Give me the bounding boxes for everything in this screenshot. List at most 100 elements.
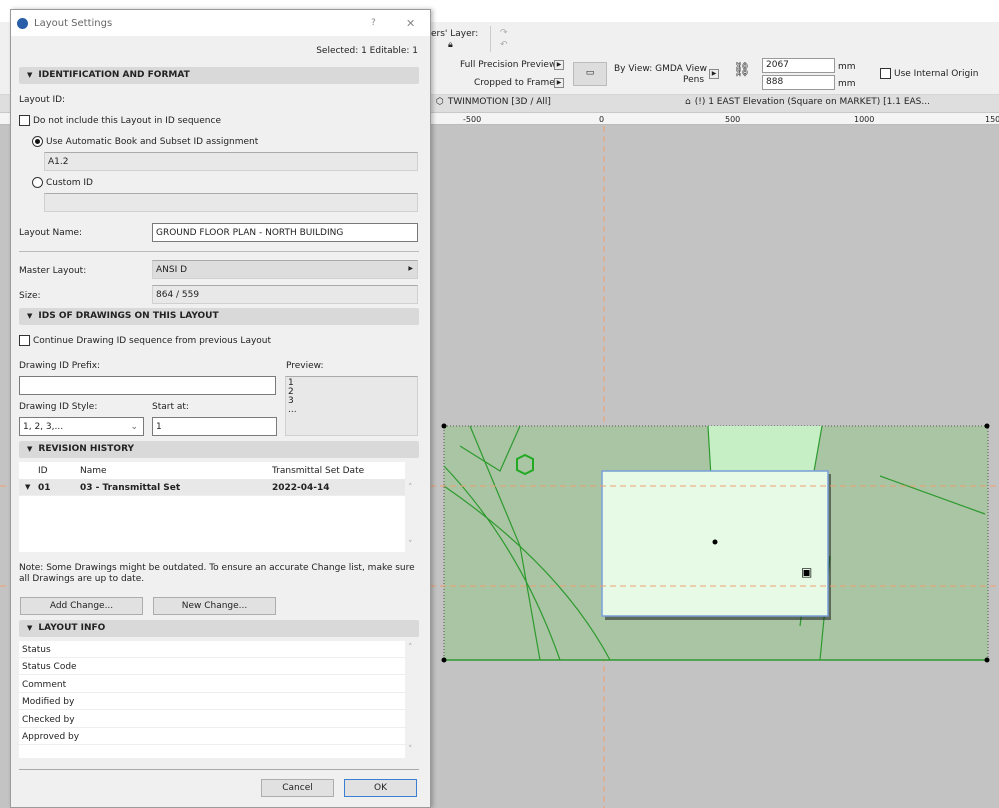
style-label: Drawing ID Style: [19, 402, 98, 412]
start-input[interactable]: 1 [152, 417, 277, 436]
section-revision-history[interactable]: ▼ REVISION HISTORY [19, 441, 419, 458]
auto-id-label: Use Automatic Book and Subset ID assignm… [46, 137, 259, 147]
table-row[interactable]: ▼ 01 03 - Transmittal Set 2022-04-14 [19, 479, 405, 496]
section-drawing-ids[interactable]: ▼ IDS OF DRAWINGS ON THIS LAYOUT [19, 308, 419, 325]
preview-line: ... [288, 405, 297, 415]
layout-name-label: Layout Name: [19, 228, 83, 238]
master-layout-label: Master Layout: [19, 266, 87, 276]
archicad-logo-icon [17, 17, 28, 29]
prefix-input[interactable] [19, 376, 276, 395]
info-row-approved-by[interactable]: Approved by [19, 728, 405, 745]
ruler-tick: -500 [463, 115, 482, 124]
layer-label: ers' Layer: [431, 29, 479, 39]
ruler-tick: 500 [725, 115, 741, 124]
info-row-status-code[interactable]: Status Code [19, 658, 405, 675]
use-internal-origin-checkbox[interactable] [880, 68, 891, 79]
auto-id-field: A1.2 [44, 152, 418, 171]
crop-mode[interactable]: Cropped to Frame [474, 78, 555, 88]
height-input[interactable]: 888 [762, 75, 835, 90]
custom-id-field[interactable] [44, 193, 418, 212]
drawing-icon: ▣ [801, 565, 812, 579]
preview-mode[interactable]: Full Precision Preview [460, 60, 556, 70]
collapse-triangle-icon: ▼ [27, 624, 33, 632]
tab-label: (!) 1 EAST Elevation (Square on MARKET) … [694, 97, 930, 107]
scroll-down-icon[interactable]: ˅ [408, 540, 413, 550]
section-layout-info[interactable]: ▼ LAYOUT INFO [19, 620, 419, 637]
frame-handle[interactable] [984, 423, 990, 429]
layout-settings-dialog: Layout Settings ? ✕ Selected: 1 Editable… [10, 9, 431, 808]
new-change-button[interactable]: New Change... [153, 597, 276, 615]
info-row-comment[interactable]: Comment [19, 676, 405, 693]
column-header-name[interactable]: Name [80, 466, 107, 476]
tab-label: TWINMOTION [3D / All] [447, 97, 551, 107]
frame-handle[interactable] [441, 423, 447, 429]
section-title: IDENTIFICATION AND FORMAT [38, 70, 190, 80]
column-header-id[interactable]: ID [38, 466, 48, 476]
collapse-triangle-icon: ▼ [27, 71, 33, 79]
info-row-status[interactable]: Status [19, 641, 405, 658]
preview-line: 1 [288, 378, 294, 388]
section-title: REVISION HISTORY [38, 444, 135, 454]
master-layout-select[interactable]: ANSI D ▶ [152, 260, 418, 279]
cube-icon: ⬡ [436, 97, 444, 107]
crop-arrow-icon[interactable]: ▶ [554, 78, 564, 88]
scroll-up-icon[interactable]: ˄ [408, 643, 413, 653]
preview-line: 3 [288, 396, 294, 406]
divider [19, 769, 419, 770]
pens-label-2: Pens [683, 75, 705, 85]
height-unit: mm [838, 79, 856, 89]
width-input[interactable]: 2067 [762, 58, 835, 73]
use-internal-origin-label: Use Internal Origin [894, 69, 979, 79]
scroll-down-icon[interactable]: ˅ [408, 745, 413, 755]
section-title: IDS OF DRAWINGS ON THIS LAYOUT [38, 311, 219, 321]
revision-date: 2022-04-14 [272, 483, 330, 493]
frame-handle[interactable] [984, 657, 990, 663]
start-label: Start at: [152, 402, 189, 412]
pens-label: By View: GMDA View [614, 64, 708, 74]
size-value: 864 / 559 [152, 285, 418, 304]
tab-east-elevation[interactable]: ⌂ (!) 1 EAST Elevation (Square on MARKET)… [685, 97, 930, 107]
scroll-up-icon[interactable]: ˄ [408, 483, 413, 493]
expand-triangle-icon[interactable]: ▼ [25, 483, 30, 491]
section-identification[interactable]: ▼ IDENTIFICATION AND FORMAT [19, 67, 419, 84]
redo-icon[interactable]: ↷ [500, 28, 508, 38]
add-change-button[interactable]: Add Change... [20, 597, 143, 615]
close-button[interactable]: ✕ [406, 17, 415, 30]
size-label: Size: [19, 291, 41, 301]
help-button[interactable]: ? [371, 18, 376, 28]
elevation-icon: ⌂ [685, 97, 691, 107]
continue-sequence-checkbox[interactable] [19, 335, 30, 346]
outdated-note: Note: Some Drawings might be outdated. T… [19, 563, 415, 584]
chevron-down-icon: ⌄ [130, 422, 138, 432]
lock-icon[interactable]: 🔒︎ [448, 40, 453, 50]
custom-id-label: Custom ID [46, 178, 93, 188]
preview-line: 2 [288, 387, 294, 397]
info-row-checked-by[interactable]: Checked by [19, 711, 405, 728]
preview-arrow-icon[interactable]: ▶ [554, 60, 564, 70]
custom-id-radio[interactable] [32, 177, 43, 188]
ruler-tick: 150 [985, 115, 999, 124]
style-select[interactable]: 1, 2, 3,... ⌄ [19, 417, 144, 436]
preview-label: Preview: [286, 361, 324, 371]
dimension-link-icon[interactable]: ⛓ [733, 62, 751, 78]
exclude-sequence-label: Do not include this Layout in ID sequenc… [33, 116, 221, 126]
frame-handle[interactable] [441, 657, 447, 663]
divider [490, 26, 491, 52]
ruler-tick: 0 [599, 115, 605, 124]
exclude-sequence-checkbox[interactable] [19, 115, 30, 126]
layout-id-label: Layout ID: [19, 95, 66, 105]
pens-arrow-icon[interactable]: ▶ [709, 69, 719, 79]
cancel-button[interactable]: Cancel [261, 779, 334, 797]
layout-name-input[interactable]: GROUND FLOOR PLAN - NORTH BUILDING [152, 223, 418, 242]
prefix-label: Drawing ID Prefix: [19, 361, 101, 371]
revision-name: 03 - Transmittal Set [80, 483, 181, 493]
column-header-date[interactable]: Transmittal Set Date [272, 466, 364, 476]
ok-button[interactable]: OK [344, 779, 417, 797]
auto-id-radio[interactable] [32, 136, 43, 147]
collapse-triangle-icon: ▼ [27, 445, 33, 453]
undo-icon[interactable]: ↶ [500, 40, 508, 50]
info-row-modified-by[interactable]: Modified by [19, 693, 405, 710]
pen-set-button[interactable]: ▭ [573, 62, 607, 86]
preview-box: 1 2 3 ... [285, 376, 418, 436]
tab-twinmotion[interactable]: ⬡ TWINMOTION [3D / All] [436, 97, 551, 107]
